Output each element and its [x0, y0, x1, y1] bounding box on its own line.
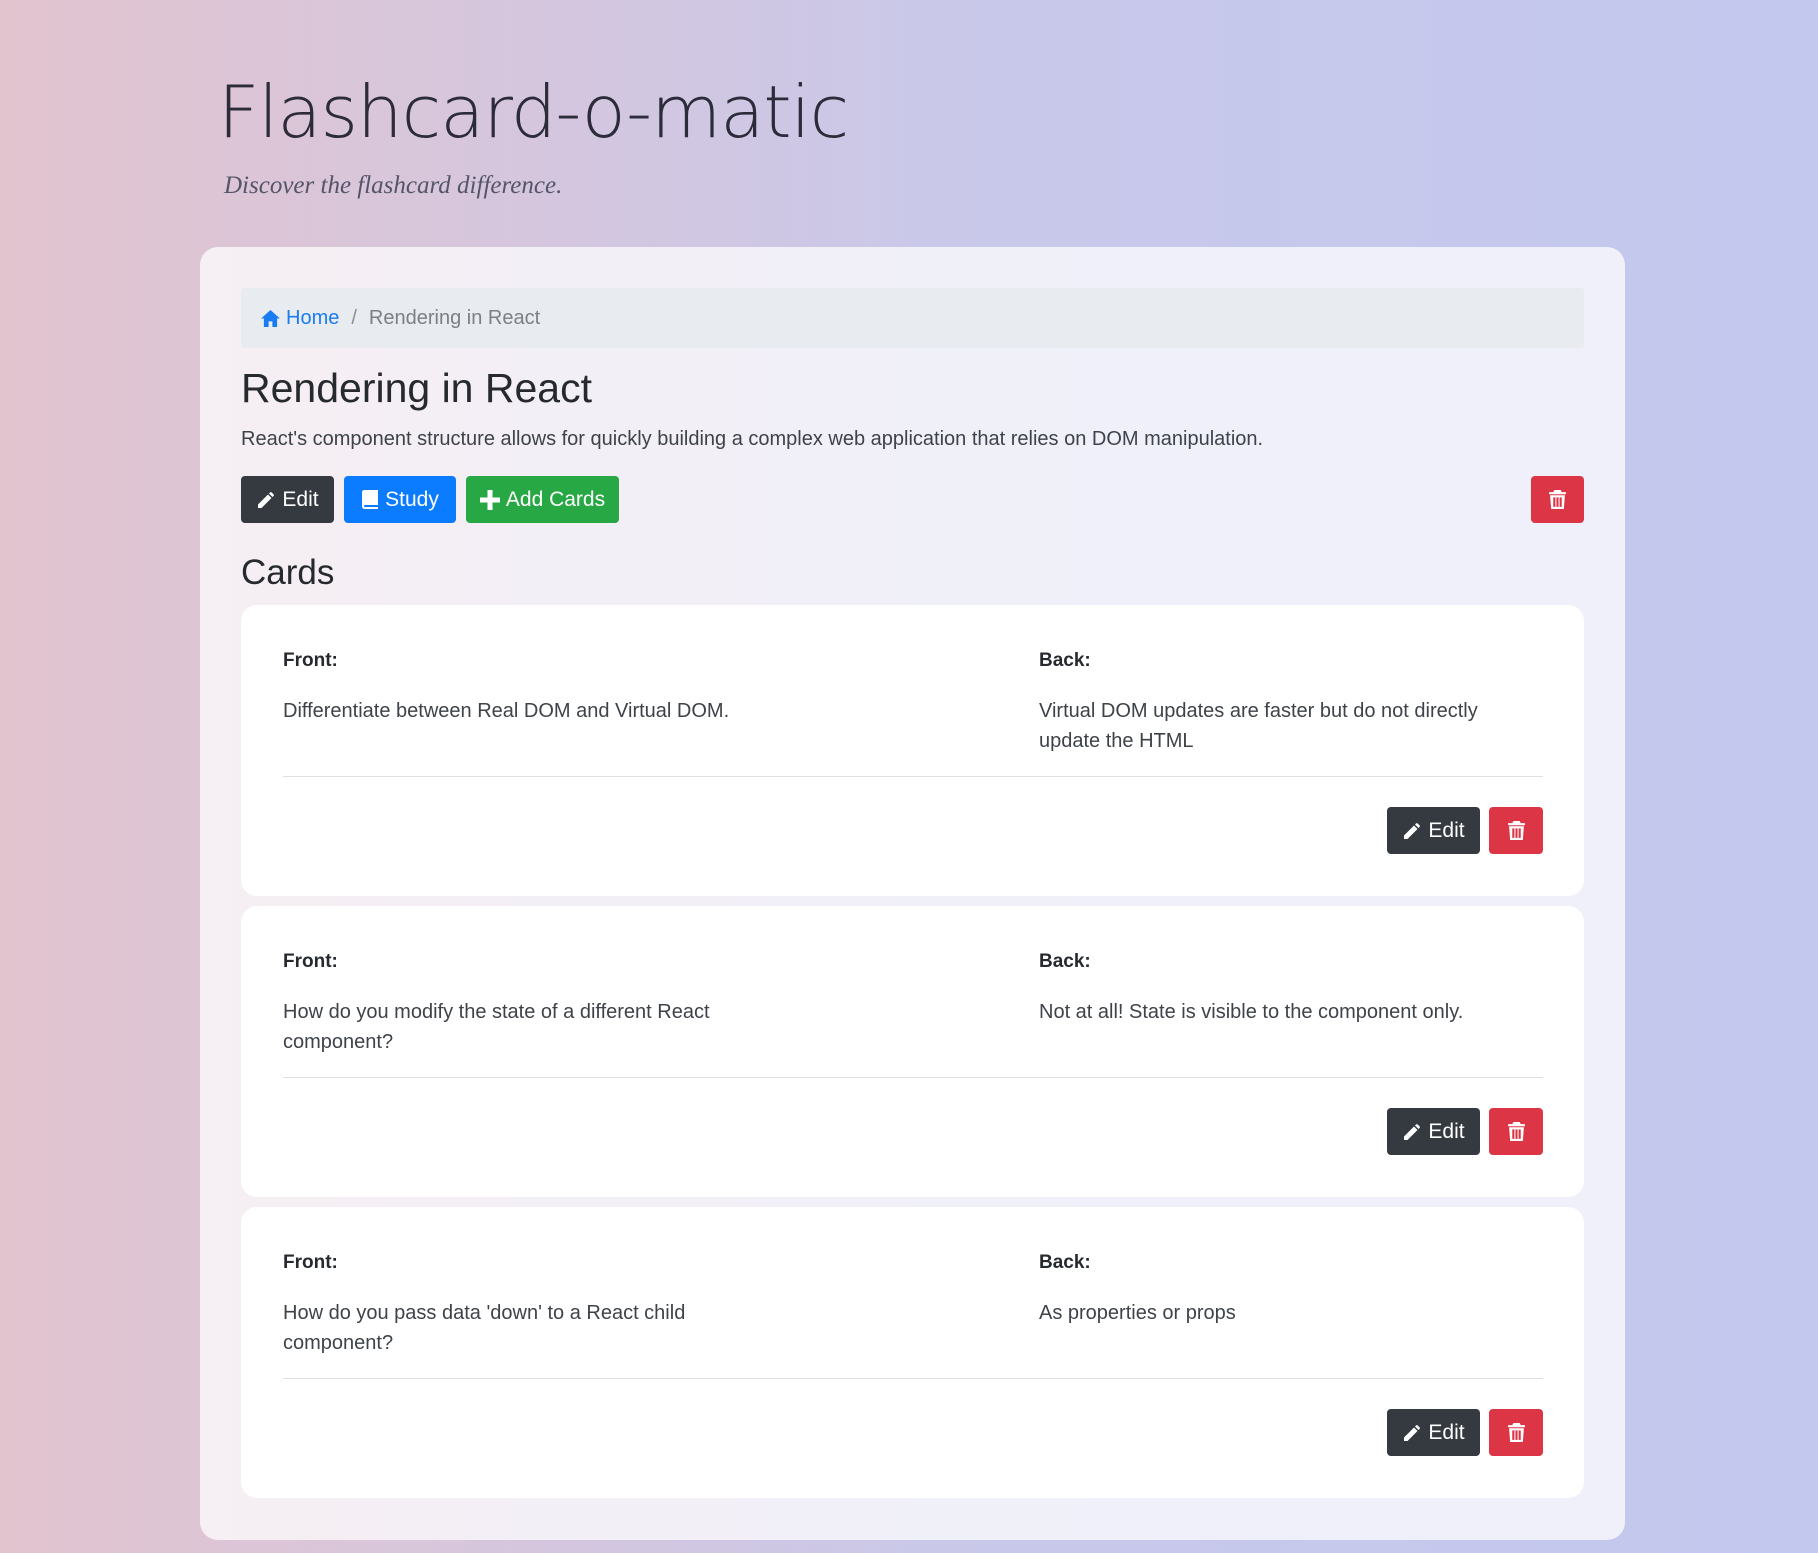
app-title: Flashcard-o-matic [218, 70, 849, 154]
breadcrumb: Home / Rendering in React [241, 288, 1584, 348]
edit-card-button[interactable]: Edit [1387, 1108, 1480, 1155]
app-header: Flashcard-o-matic Discover the flashcard… [218, 62, 849, 200]
card-divider [283, 776, 1543, 777]
delete-card-button[interactable] [1489, 1409, 1543, 1456]
card-back-text: Not at all! State is visible to the comp… [1039, 1001, 1464, 1023]
delete-card-button[interactable] [1489, 1108, 1543, 1155]
card-back-label: Back: [1039, 951, 1091, 972]
card-back-text: As properties or props [1039, 1302, 1236, 1324]
edit-deck-label: Edit [282, 487, 319, 511]
pencil-icon [258, 491, 275, 508]
card-divider [283, 1077, 1543, 1078]
breadcrumb-home-link[interactable]: Home [261, 307, 339, 330]
trash-icon [1549, 490, 1566, 509]
study-label: Study [385, 487, 439, 511]
pencil-icon [1404, 822, 1421, 839]
card-front-text: How do you pass data 'down' to a React c… [283, 1302, 686, 1354]
main-panel: Home / Rendering in React Rendering in R… [200, 247, 1625, 1540]
card-back-text: Virtual DOM updates are faster but do no… [1039, 700, 1478, 752]
study-button[interactable]: Study [344, 476, 456, 523]
trash-icon [1507, 1423, 1525, 1442]
add-cards-label: Add Cards [505, 487, 606, 511]
app-tagline: Discover the flashcard difference. [224, 172, 563, 199]
deck-title: Rendering in React [241, 365, 592, 411]
delete-deck-button[interactable] [1531, 476, 1584, 523]
card-divider [283, 1378, 1543, 1379]
edit-deck-button[interactable]: Edit [241, 476, 334, 523]
home-icon [261, 309, 280, 327]
card-front-text: How do you modify the state of a differe… [283, 1001, 710, 1053]
flashcard: Front: Back: Differentiate between Real … [241, 605, 1584, 896]
edit-card-label: Edit [1428, 1420, 1465, 1444]
delete-card-button[interactable] [1489, 807, 1543, 854]
edit-card-label: Edit [1428, 1119, 1465, 1143]
card-front-text: Differentiate between Real DOM and Virtu… [283, 700, 730, 722]
pencil-icon [1404, 1123, 1421, 1140]
plus-icon [479, 489, 500, 510]
pencil-icon [1404, 1424, 1421, 1441]
edit-card-button[interactable]: Edit [1387, 807, 1480, 854]
card-back-label: Back: [1039, 650, 1091, 671]
breadcrumb-separator: / [351, 306, 357, 329]
flashcard: Front: Back: How do you pass data 'down'… [241, 1207, 1584, 1498]
book-icon [362, 489, 379, 509]
add-cards-button[interactable]: Add Cards [466, 476, 619, 523]
card-front-label: Front: [283, 1252, 338, 1273]
cards-heading: Cards [241, 553, 335, 592]
breadcrumb-current: Rendering in React [368, 306, 541, 329]
card-front-label: Front: [283, 951, 338, 972]
deck-description: React's component structure allows for q… [241, 428, 1264, 450]
card-back-label: Back: [1039, 1252, 1091, 1273]
edit-card-label: Edit [1428, 818, 1465, 842]
trash-icon [1507, 1122, 1525, 1141]
trash-icon [1507, 821, 1525, 840]
edit-card-button[interactable]: Edit [1387, 1409, 1480, 1456]
card-front-label: Front: [283, 650, 338, 671]
breadcrumb-home-label: Home [286, 306, 340, 329]
flashcard: Front: Back: How do you modify the state… [241, 906, 1584, 1197]
